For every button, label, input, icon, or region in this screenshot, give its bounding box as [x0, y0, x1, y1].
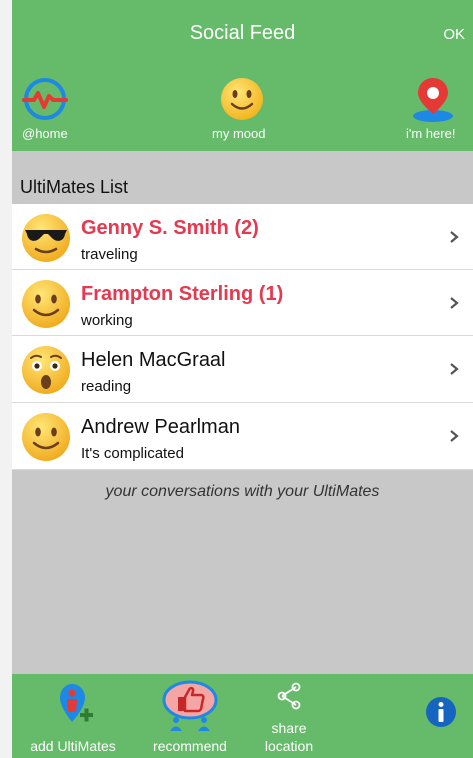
add-ultimates-label: add UltiMates	[30, 738, 116, 754]
contact-status: reading	[81, 378, 132, 395]
page-title: Social Feed	[189, 22, 296, 44]
recommend-label: recommend	[153, 738, 227, 754]
smiley-icon[interactable]	[219, 76, 265, 122]
list-item[interactable]: Helen MacGraal reading	[12, 336, 473, 403]
share-label-line2: location	[264, 738, 314, 754]
im-here-label[interactable]: i'm here!	[406, 126, 455, 141]
share-location-button[interactable]: share location	[244, 674, 334, 758]
add-user-icon	[60, 684, 93, 722]
bottom-bar: add UltiMates recommend share location	[12, 674, 473, 758]
chevron-right-icon	[450, 363, 459, 375]
add-ultimates-button[interactable]: add UltiMates	[12, 674, 134, 758]
conversations-caption: your conversations with your UltiMates	[105, 483, 380, 500]
home-label[interactable]: @home	[22, 126, 68, 141]
my-mood-label[interactable]: my mood	[212, 126, 265, 141]
app-screen: Social Feed OK @home my mood i'm here! U…	[12, 0, 473, 758]
list-item[interactable]: Andrew Pearlman It's complicated	[12, 403, 473, 470]
contact-name: Frampton Sterling (1)	[81, 283, 284, 305]
list-item[interactable]: Frampton Sterling (1) working	[12, 270, 473, 336]
contact-name: Helen MacGraal	[81, 349, 226, 371]
heartbeat-icon[interactable]	[22, 76, 68, 122]
list-item[interactable]: Genny S. Smith (2) traveling	[12, 204, 473, 270]
recommend-button[interactable]: recommend	[140, 674, 240, 758]
surprised-emoji-icon	[22, 346, 70, 394]
chevron-right-icon	[450, 297, 459, 309]
list-title: UltiMates List	[20, 177, 129, 197]
contact-status: working	[81, 312, 133, 329]
info-icon[interactable]	[425, 696, 457, 728]
share-icon	[277, 682, 301, 710]
ok-button[interactable]: OK	[443, 26, 465, 43]
share-label-line1: share	[271, 720, 307, 736]
contact-name: Andrew Pearlman	[81, 416, 240, 438]
location-pin-icon[interactable]	[410, 76, 456, 122]
chevron-right-icon	[450, 231, 459, 243]
contact-status: It's complicated	[81, 445, 184, 462]
thumbs-up-icon	[162, 680, 218, 731]
contact-status: traveling	[81, 246, 138, 263]
smile-emoji-icon	[22, 413, 70, 461]
sunglasses-emoji-icon	[22, 214, 70, 262]
top-bar: Social Feed OK @home my mood i'm here!	[12, 0, 473, 151]
smile-emoji-icon	[22, 280, 70, 328]
chevron-right-icon	[450, 430, 459, 442]
contact-name: Genny S. Smith (2)	[81, 217, 259, 239]
ultimates-list: Genny S. Smith (2) traveling Frampton St…	[12, 204, 473, 470]
